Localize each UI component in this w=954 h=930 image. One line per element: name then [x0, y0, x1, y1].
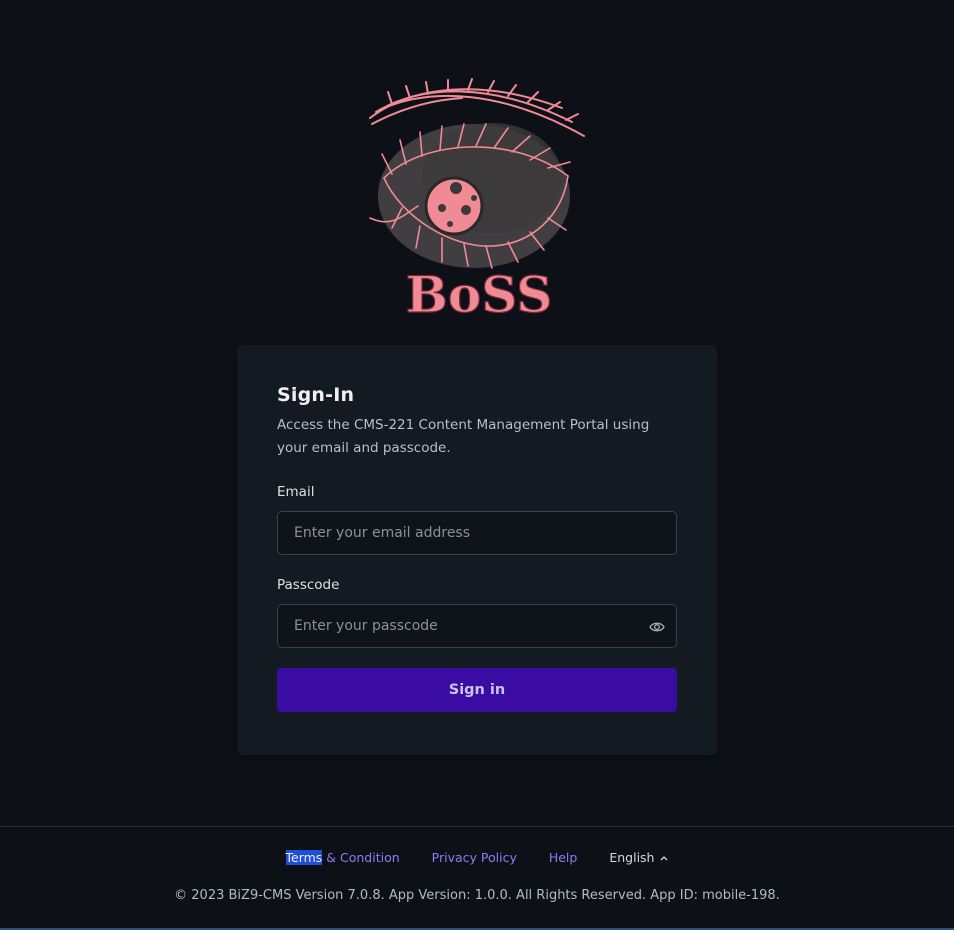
- passcode-field[interactable]: [278, 605, 676, 647]
- eye-icon[interactable]: [648, 618, 666, 636]
- signin-subtitle: Access the CMS-221 Content Management Po…: [277, 417, 650, 456]
- terms-rest: & Condition: [322, 850, 400, 865]
- terms-highlight: Terms: [285, 850, 323, 865]
- signin-title: Sign-In: [277, 384, 355, 406]
- copyright-text: © 2023 BiZ9-CMS Version 7.0.8. App Versi…: [174, 888, 780, 903]
- passcode-field-container: [277, 604, 677, 648]
- terms-link[interactable]: Terms & Condition: [285, 850, 400, 865]
- brand-text: BoSS: [406, 265, 553, 323]
- eye-logo-icon: BoSS: [369, 78, 585, 323]
- language-label: English: [609, 850, 655, 865]
- language-selector[interactable]: English: [609, 850, 668, 865]
- signin-button[interactable]: Sign in: [277, 668, 677, 712]
- email-field-container: [277, 511, 677, 555]
- passcode-label: Passcode: [277, 577, 340, 593]
- help-link[interactable]: Help: [549, 850, 578, 865]
- chevron-up-icon: [661, 855, 668, 860]
- footer-links: Terms & Condition Privacy Policy Help En…: [0, 850, 954, 865]
- boss-logo: BoSS: [362, 78, 596, 323]
- email-label: Email: [277, 484, 315, 500]
- footer: Terms & Condition Privacy Policy Help En…: [0, 826, 954, 930]
- privacy-link[interactable]: Privacy Policy: [432, 850, 517, 865]
- signin-card: Sign-In Access the CMS-221 Content Manag…: [237, 345, 717, 755]
- email-field[interactable]: [278, 512, 676, 554]
- login-page: BoSS Sign-In Access the CMS-221 Content …: [0, 0, 954, 930]
